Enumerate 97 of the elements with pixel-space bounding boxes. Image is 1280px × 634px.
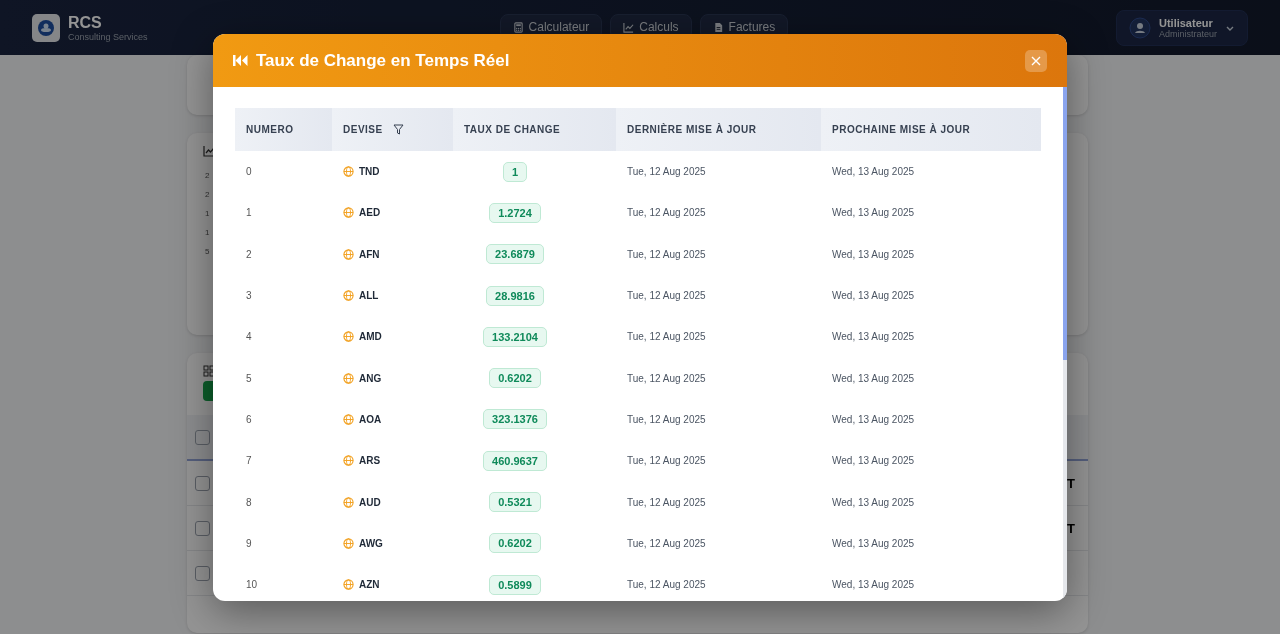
table-cell-text: Wed, 13 Aug 2025 <box>831 289 916 304</box>
column-header: NUMERO <box>235 108 332 151</box>
table-cell: Tue, 12 Aug 2025 <box>616 151 821 193</box>
axis-tick: 1 <box>205 228 210 237</box>
table-cell-text: 5 <box>245 371 253 386</box>
column-header: TAUX DE CHANGE <box>453 108 616 151</box>
table-cell-text: Tue, 12 Aug 2025 <box>626 330 707 345</box>
globe-icon <box>343 290 354 302</box>
table-cell-text: Wed, 13 Aug 2025 <box>831 412 916 427</box>
table-cell: T <box>1067 475 1075 491</box>
axis-tick: 1 <box>205 209 210 218</box>
globe-icon <box>343 413 354 425</box>
rate-badge: 0.5321 <box>489 492 541 512</box>
table-cell-text: 10 <box>245 578 259 593</box>
rate-badge: 0.6202 <box>489 368 541 389</box>
table-cell-text: Wed, 13 Aug 2025 <box>831 495 916 510</box>
table-cell-text: Wed, 13 Aug 2025 <box>831 371 916 386</box>
table-cell-text: 1 <box>245 206 253 221</box>
rewind-icon <box>233 54 248 67</box>
rate-badge: 1.2724 <box>489 202 541 223</box>
table-cell-text: Tue, 12 Aug 2025 <box>626 412 707 427</box>
table-cell-text: 7 <box>245 454 253 469</box>
globe-icon <box>343 207 354 219</box>
table-cell-text: 3 <box>245 289 253 304</box>
globe-icon <box>343 455 354 467</box>
currency-code: AUD <box>359 496 381 508</box>
grid-icon <box>203 365 215 377</box>
globe-icon <box>343 166 354 178</box>
document-icon <box>712 21 724 33</box>
table-cell-text: Tue, 12 Aug 2025 <box>626 536 707 551</box>
rate-badge: 460.9637 <box>483 450 547 471</box>
checkbox[interactable] <box>195 520 210 536</box>
close-icon <box>1031 55 1041 66</box>
globe-icon <box>343 496 354 508</box>
rate-badge: 0.6202 <box>489 533 541 554</box>
currency-code: AWG <box>359 537 383 549</box>
table-cell-text: Tue, 12 Aug 2025 <box>626 206 707 221</box>
rate-badge: 323.1376 <box>483 409 547 430</box>
calculator-icon <box>512 21 524 33</box>
rate-badge: 1 <box>502 161 528 182</box>
currency-code: ANG <box>359 372 382 384</box>
currency-code: ARS <box>359 455 381 467</box>
globe-icon <box>343 331 354 343</box>
table-cell-text: Wed, 13 Aug 2025 <box>831 206 916 221</box>
column-header: PROCHAINE MISE À JOUR <box>821 108 1041 151</box>
globe-icon <box>343 372 354 384</box>
line-chart-icon <box>203 145 215 157</box>
table-cell-text: Tue, 12 Aug 2025 <box>626 289 707 304</box>
currency-code: AFN <box>359 248 380 260</box>
table-cell-text: Wed, 13 Aug 2025 <box>831 536 916 551</box>
axis-tick: 2 <box>205 190 210 199</box>
globe-icon <box>343 248 354 260</box>
user-menu[interactable]: Utilisateur Administrateur <box>1115 9 1248 46</box>
logo-icon <box>32 13 60 42</box>
rate-badge: 0.5899 <box>489 574 541 595</box>
currency-code: ALL <box>359 290 379 302</box>
table-cell-text: Tue, 12 Aug 2025 <box>626 454 707 469</box>
globe-icon <box>343 579 354 591</box>
checkbox[interactable] <box>195 475 210 491</box>
column-header: DEVISE <box>332 108 453 151</box>
brand-name: RCS <box>68 13 103 32</box>
line-chart-icon <box>623 21 635 33</box>
table-cell-text: 4 <box>245 330 253 345</box>
table-cell-text: 6 <box>245 412 253 427</box>
table-cell-text: Tue, 12 Aug 2025 <box>626 495 707 510</box>
table-cell-text: Wed, 13 Aug 2025 <box>831 454 916 469</box>
table-cell-text: Tue, 12 Aug 2025 <box>626 247 707 262</box>
table-cell: T <box>1067 520 1075 536</box>
table-cell-text: 2 <box>245 247 253 262</box>
currency-code: TND <box>359 166 380 178</box>
table-cell: Wed, 13 Aug 2025 <box>821 151 1041 193</box>
table-cell-text: 8 <box>245 495 253 510</box>
table-cell-text: 9 <box>245 536 253 551</box>
currency-code: AMD <box>359 331 382 343</box>
table-cell-text: Tue, 12 Aug 2025 <box>626 371 707 386</box>
currency-code: AZN <box>359 579 380 591</box>
avatar-icon <box>1128 16 1151 39</box>
rate-badge: 133.2104 <box>483 326 547 347</box>
brand-tagline: Consulting Services <box>68 31 148 42</box>
table-cell-text: Wed, 13 Aug 2025 <box>831 578 916 593</box>
rate-badge: 23.6879 <box>486 244 544 265</box>
rate-badge: 28.9816 <box>486 285 544 306</box>
column-header: DERNIÈRE MISE À JOUR <box>616 108 821 151</box>
table-cell-text: Tue, 12 Aug 2025 <box>626 578 707 593</box>
table-cell: 0 <box>235 151 332 193</box>
checkbox[interactable] <box>195 429 210 445</box>
axis-tick: 5 <box>205 247 210 256</box>
checkbox[interactable] <box>195 565 210 581</box>
close-button[interactable] <box>1025 49 1047 72</box>
globe-icon <box>343 537 354 549</box>
axis-tick: 2 <box>205 171 210 180</box>
table-cell-text: Wed, 13 Aug 2025 <box>831 330 916 345</box>
filter-icon[interactable] <box>392 124 404 135</box>
currency-code: AOA <box>359 413 382 425</box>
dialog-title: Taux de Change en Temps Réel <box>256 50 510 71</box>
table-cell-text: Wed, 13 Aug 2025 <box>831 247 916 262</box>
currency-code: AED <box>359 207 381 219</box>
